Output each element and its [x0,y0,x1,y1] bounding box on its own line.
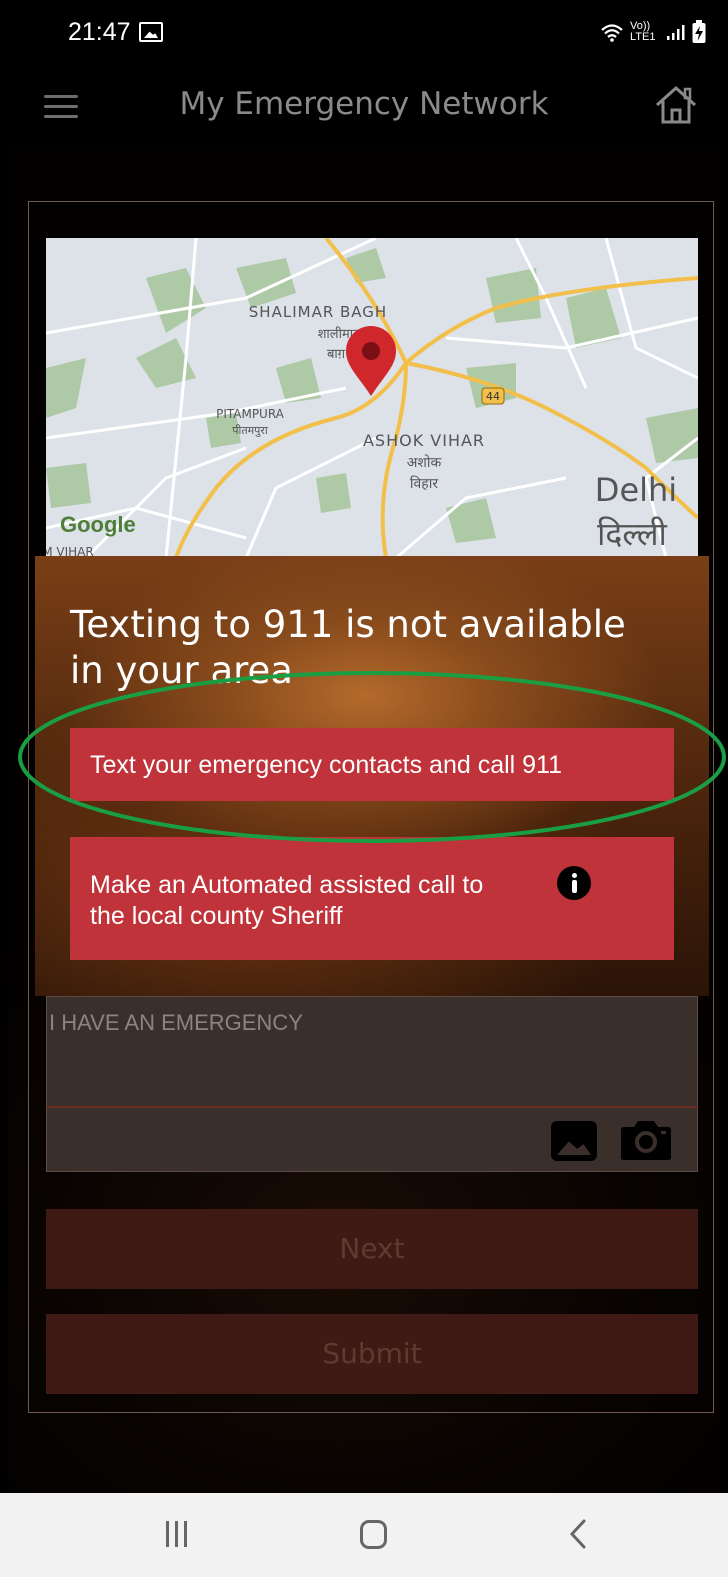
home-icon[interactable] [654,84,698,126]
submit-button[interactable]: Submit [46,1314,698,1394]
home-circle-icon[interactable] [360,1520,387,1549]
recent-apps-icon[interactable] [166,1521,188,1547]
message-divider [46,1106,698,1108]
next-button[interactable]: Next [46,1209,698,1289]
gallery-icon[interactable] [551,1121,597,1161]
network-label: Vo)) LTE1 [630,20,656,43]
status-bar: 21:47 Vo)) LTE1 [0,0,728,64]
image-icon [139,22,163,42]
message-text: I HAVE AN EMERGENCY [49,1010,303,1035]
map-label-ashok-vihar: ASHOK VIHAR [363,431,485,450]
map-label-shalimar-bagh: SHALIMAR BAGH [249,303,387,321]
sheriff-call-label-line2: the local county Sheriff [90,902,343,930]
map-label-pitampura: PITAMPURA [216,407,285,421]
screen: 21:47 Vo)) LTE1 My Emergency Network 44 … [0,0,728,1577]
map-label-ashok-vihar-hi-2: विहार [410,475,438,492]
back-icon[interactable] [568,1518,588,1550]
route-shield-label: 44 [486,390,500,403]
dialog-title: Texting to 911 is not available in your … [70,603,626,692]
map-label-delhi: Delhi [595,471,677,509]
info-icon[interactable] [557,866,591,900]
map-label-delhi-hi: दिल्ली [597,515,667,553]
battery-charging-icon [692,20,706,44]
map-label-pitampura-hi: पीतमपुरा [232,424,268,437]
google-logo: Google [60,512,136,537]
page-title: My Emergency Network [179,86,549,122]
automated-sheriff-call-button[interactable]: Make an Automated assisted call to the l… [70,837,674,960]
text-contacts-call-911-label: Text your emergency contacts and call 91… [90,751,563,779]
next-button-label: Next [339,1232,405,1265]
map-label-ashok-vihar-hi-1: अशोक [407,454,442,471]
map-label-shalimar-bagh-hi-2: बाग़ [327,347,346,362]
text-contacts-call-911-button[interactable]: Text your emergency contacts and call 91… [70,728,674,801]
status-icons: Vo)) LTE1 [600,20,706,44]
submit-button-label: Submit [322,1337,422,1370]
camera-icon[interactable] [620,1119,672,1161]
signal-icon [666,23,686,41]
status-time: 21:47 [68,18,131,46]
location-map[interactable]: 44 SHALIMAR BAGH शालीमार बाग़ PITAMPURA … [46,238,698,558]
wifi-icon [600,23,624,42]
